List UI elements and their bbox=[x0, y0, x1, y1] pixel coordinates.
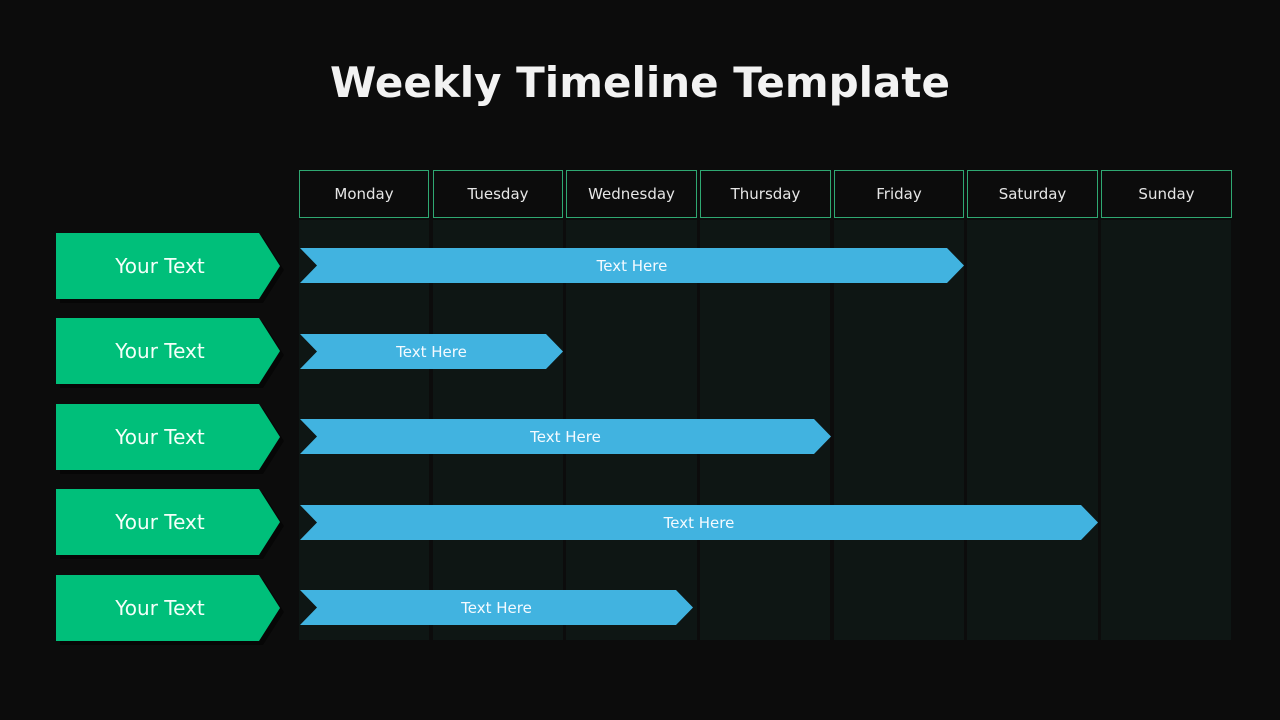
timeline-bar-5: Text Here bbox=[300, 590, 693, 625]
day-column-friday bbox=[834, 220, 964, 640]
row-label-3: Your Text bbox=[56, 404, 280, 470]
row-label-1: Your Text bbox=[56, 233, 280, 299]
day-header-sunday: Sunday bbox=[1101, 170, 1232, 218]
timeline-bar-4: Text Here bbox=[300, 505, 1098, 540]
day-header-friday: Friday bbox=[834, 170, 964, 218]
row-label-5: Your Text bbox=[56, 575, 280, 641]
page-title: Weekly Timeline Template bbox=[330, 58, 950, 107]
day-header-wednesday: Wednesday bbox=[566, 170, 697, 218]
day-header-saturday: Saturday bbox=[967, 170, 1098, 218]
row-label-4: Your Text bbox=[56, 489, 280, 555]
day-column-saturday bbox=[967, 220, 1098, 640]
timeline-bar-2: Text Here bbox=[300, 334, 563, 369]
day-header-tuesday: Tuesday bbox=[433, 170, 563, 218]
day-column-sunday bbox=[1101, 220, 1231, 640]
row-label-2: Your Text bbox=[56, 318, 280, 384]
timeline-bar-1: Text Here bbox=[300, 248, 964, 283]
timeline-bar-3: Text Here bbox=[300, 419, 831, 454]
day-header-thursday: Thursday bbox=[700, 170, 831, 218]
day-header-monday: Monday bbox=[299, 170, 429, 218]
